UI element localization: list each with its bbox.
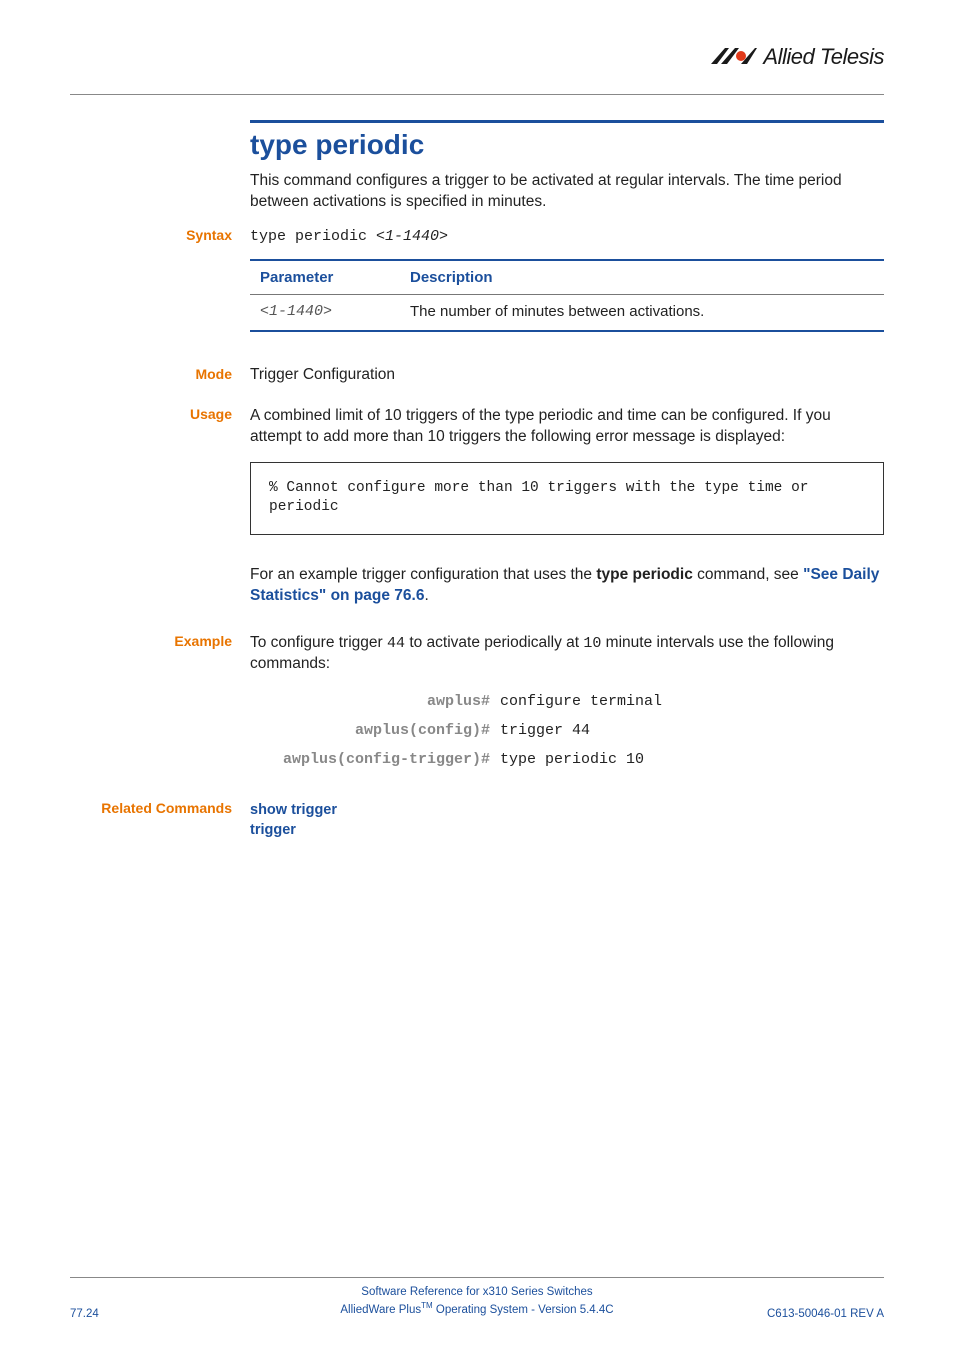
usage-paragraph: A combined limit of 10 triggers of the t…: [250, 406, 884, 448]
mode-text: Trigger Configuration: [250, 366, 395, 383]
usage-after-bold: type periodic: [596, 566, 692, 583]
label-syntax: Syntax: [70, 227, 250, 243]
footer-center-line2: AlliedWare PlusTM Operating System - Ver…: [70, 1300, 884, 1318]
footer-center2-post: Operating System - Version 5.4.4C: [433, 1304, 614, 1316]
related-link-show-trigger[interactable]: show trigger: [250, 800, 884, 820]
label-usage: Usage: [70, 406, 250, 422]
logo-mark-icon: [711, 48, 757, 66]
title-rule: [250, 120, 884, 123]
footer-center-line1: Software Reference for x310 Series Switc…: [70, 1284, 884, 1300]
footer-trademark-icon: TM: [421, 1301, 433, 1310]
intro-paragraph: This command configures a trigger to be …: [250, 171, 884, 213]
example-line: awplus(config-trigger)# type periodic 10: [250, 751, 884, 768]
usage-after-pre: For an example trigger configuration tha…: [250, 566, 596, 583]
example-intro-mid: to activate periodically at: [405, 634, 583, 651]
param-desc-cell: The number of minutes between activation…: [400, 294, 884, 331]
param-header-description: Description: [400, 260, 884, 295]
syntax-param-text: <1-1440>: [376, 228, 448, 245]
param-name-cell: <1-1440>: [250, 294, 400, 331]
example-command: type periodic 10: [500, 751, 884, 768]
logo-text: Allied Telesis: [763, 44, 884, 70]
example-intro-pre: To configure trigger: [250, 634, 387, 651]
usage-after-post: .: [424, 587, 428, 604]
usage-after-mid: command, see: [693, 566, 803, 583]
example-command: trigger 44: [500, 722, 884, 739]
command-title: type periodic: [250, 129, 884, 161]
example-intro: To configure trigger 44 to activate peri…: [250, 633, 884, 675]
example-prompt: awplus(config-trigger)#: [250, 751, 500, 768]
usage-after-paragraph: For an example trigger configuration tha…: [250, 565, 884, 607]
page-footer: 77.24 Software Reference for x310 Series…: [70, 1284, 884, 1320]
param-header-parameter: Parameter: [250, 260, 400, 295]
usage-codebox: % Cannot configure more than 10 triggers…: [250, 462, 884, 535]
syntax-cmd-text: type periodic: [250, 228, 376, 245]
example-line: awplus# configure terminal: [250, 693, 884, 710]
example-prompt: awplus(config)#: [250, 722, 500, 739]
example-cli-block: awplus# configure terminal awplus(config…: [250, 693, 884, 768]
label-related: Related Commands: [70, 800, 250, 816]
related-link-trigger[interactable]: trigger: [250, 820, 884, 840]
parameter-table: Parameter Description <1-1440> The numbe…: [250, 259, 884, 332]
example-intro-trig: 44: [387, 635, 405, 652]
syntax-line: type periodic <1-1440>: [250, 228, 448, 245]
example-line: awplus(config)# trigger 44: [250, 722, 884, 739]
label-mode: Mode: [70, 366, 250, 382]
label-example: Example: [70, 633, 250, 649]
example-command: configure terminal: [500, 693, 884, 710]
footer-center2-pre: AlliedWare Plus: [340, 1304, 421, 1316]
example-prompt: awplus#: [250, 693, 500, 710]
footer-rule: [70, 1277, 884, 1278]
footer-doc-number: C613-50046-01 REV A: [767, 1308, 884, 1320]
header-rule: [70, 94, 884, 95]
table-row: <1-1440> The number of minutes between a…: [250, 294, 884, 331]
example-intro-int: 10: [583, 635, 601, 652]
brand-logo: Allied Telesis: [711, 44, 884, 70]
